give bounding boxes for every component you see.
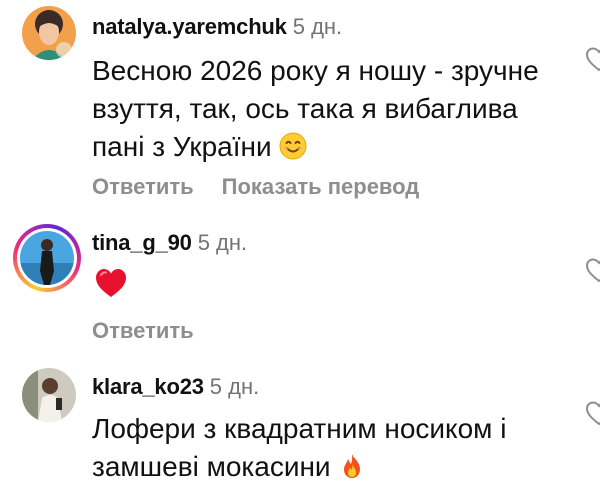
fire-icon bbox=[344, 454, 361, 478]
show-translation-button[interactable]: Показать перевод bbox=[222, 174, 420, 199]
avatar-illustration bbox=[20, 231, 74, 285]
like-heart-icon[interactable] bbox=[584, 255, 600, 285]
like-heart-icon[interactable] bbox=[584, 398, 600, 428]
comment-header: natalya.yaremchuk 5 дн. bbox=[92, 14, 342, 40]
red-heart-icon bbox=[96, 269, 126, 297]
comment-actions: Ответить Показать перевод bbox=[92, 174, 419, 200]
comment-body: Лофери з квадратним носиком і замшеві мо… bbox=[92, 413, 507, 482]
smiling-face-icon bbox=[279, 132, 307, 160]
username[interactable]: natalya.yaremchuk bbox=[92, 14, 287, 39]
avatar-illustration bbox=[22, 6, 76, 60]
reply-button[interactable]: Ответить bbox=[92, 318, 194, 343]
comment-time: 5 дн. bbox=[209, 374, 260, 399]
comment-text: Лофери з квадратним носиком і замшеві мо… bbox=[92, 410, 562, 486]
username[interactable]: klara_ko23 bbox=[92, 374, 204, 399]
avatar[interactable] bbox=[22, 6, 76, 60]
comment-actions: Ответить bbox=[92, 318, 194, 344]
avatar-illustration bbox=[22, 368, 76, 422]
comment-header: klara_ko23 5 дн. bbox=[92, 374, 259, 400]
comment-time: 5 дн. bbox=[292, 14, 343, 39]
comment-text: Весною 2026 року я ношу - зручне взуття,… bbox=[92, 52, 562, 166]
comment-time: 5 дн. bbox=[197, 230, 248, 255]
avatar[interactable] bbox=[22, 368, 76, 422]
avatar-story-ring[interactable] bbox=[13, 224, 81, 292]
username[interactable]: tina_g_90 bbox=[92, 230, 192, 255]
comment-header: tina_g_90 5 дн. bbox=[92, 230, 247, 256]
like-heart-icon[interactable] bbox=[584, 44, 600, 74]
comment-body: Весною 2026 року я ношу - зручне взуття,… bbox=[92, 55, 539, 162]
reply-button[interactable]: Ответить bbox=[92, 174, 194, 199]
